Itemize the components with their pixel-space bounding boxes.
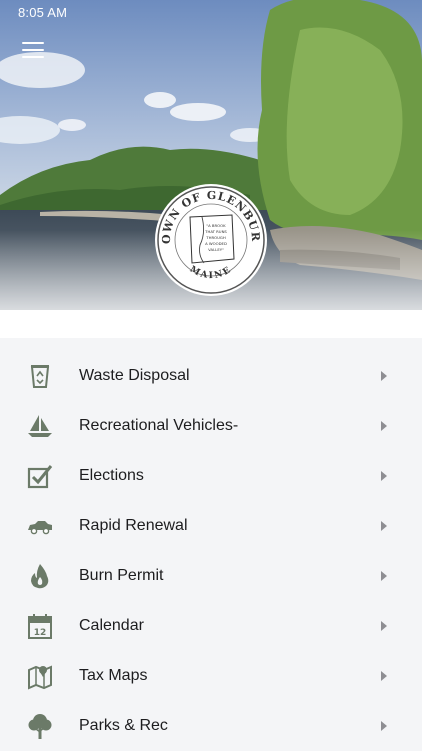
svg-text:A WOODED: A WOODED (205, 241, 227, 246)
svg-text:"A BROOK: "A BROOK (206, 223, 226, 228)
menu-item-parks-rec[interactable]: Parks & Rec (0, 701, 422, 751)
menu-item-label: Burn Permit (79, 567, 164, 584)
chevron-right-icon (381, 471, 387, 481)
chevron-right-icon (381, 521, 387, 531)
calendar-icon: 12 (28, 614, 52, 639)
map-icon (28, 665, 52, 690)
menu-item-label: Tax Maps (79, 667, 148, 684)
recycle-bin-icon (30, 365, 50, 388)
menu-item-elections[interactable]: Elections (0, 451, 422, 501)
svg-text:VALLEY": VALLEY" (208, 247, 224, 252)
menu-item-label: Rapid Renewal (79, 517, 188, 534)
menu-item-label: Elections (79, 467, 144, 484)
chevron-right-icon (381, 671, 387, 681)
menu-item-rapid-renewal[interactable]: Rapid Renewal (0, 501, 422, 551)
hamburger-icon[interactable] (22, 42, 44, 58)
chevron-right-icon (381, 721, 387, 731)
header-photo: 8:05 AM TOWN OF GLENBURN MAINE "A BROOK … (0, 0, 422, 338)
services-menu: Waste Disposal Recreational Vehicles- El… (0, 338, 422, 750)
sailboat-icon (28, 415, 52, 437)
tree-icon (28, 714, 52, 739)
menu-item-label: Parks & Rec (79, 717, 168, 734)
menu-item-tax-maps[interactable]: Tax Maps (0, 651, 422, 701)
menu-item-burn-permit[interactable]: Burn Permit (0, 551, 422, 601)
menu-item-label: Waste Disposal (79, 367, 190, 384)
menu-item-calendar[interactable]: 12 Calendar (0, 601, 422, 651)
menu-item-recreational-vehicles[interactable]: Recreational Vehicles- (0, 401, 422, 451)
menu-item-waste-disposal[interactable]: Waste Disposal (0, 351, 422, 401)
chevron-right-icon (381, 371, 387, 381)
chevron-right-icon (381, 421, 387, 431)
checkbox-icon (27, 465, 53, 489)
svg-text:THROUGH: THROUGH (205, 235, 226, 240)
svg-text:THAT RUNS: THAT RUNS (204, 229, 227, 234)
chevron-right-icon (381, 571, 387, 581)
flame-icon (31, 564, 49, 589)
car-icon (28, 521, 52, 535)
status-bar-time: 8:05 AM (18, 5, 68, 20)
menu-item-label: Recreational Vehicles- (79, 417, 239, 434)
town-seal-logo: TOWN OF GLENBURN MAINE "A BROOK THAT RUN… (154, 183, 267, 296)
menu-item-label: Calendar (79, 617, 144, 634)
chevron-right-icon (381, 621, 387, 631)
svg-text:12: 12 (34, 628, 47, 638)
